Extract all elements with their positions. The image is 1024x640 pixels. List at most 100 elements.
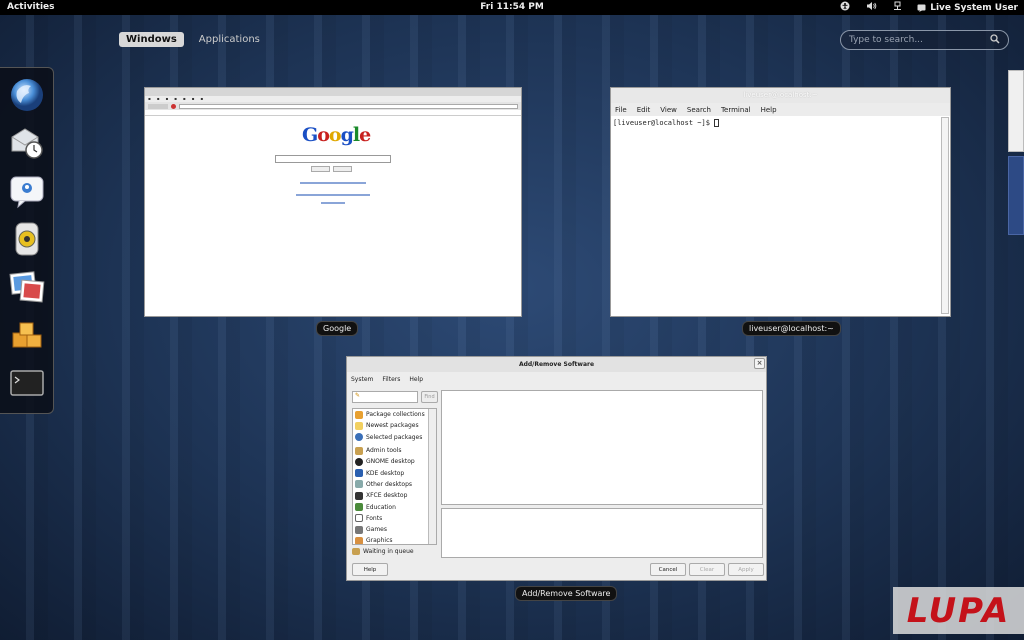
tab-windows[interactable]: Windows [119, 32, 184, 47]
list-item[interactable]: Education [353, 501, 436, 512]
browser-window-caption[interactable]: Google [316, 321, 359, 336]
terminal-menu-file[interactable]: File [615, 106, 627, 114]
browser-navbar [145, 102, 521, 110]
software-clear-button[interactable]: Clear [689, 563, 725, 576]
software-groups-scrollbar[interactable] [428, 409, 436, 544]
volume-icon[interactable] [865, 1, 877, 14]
terminal-menubar: File Edit View Search Terminal Help [611, 103, 950, 116]
firefox-icon[interactable] [8, 76, 46, 113]
pencil-icon: ✎ [355, 392, 361, 399]
gnome-icon [355, 457, 363, 466]
user-menu[interactable]: Live System User [917, 3, 1018, 13]
software-status-text: Waiting in queue [363, 548, 414, 555]
xfce-icon [355, 491, 363, 500]
terminal-menu-help[interactable]: Help [761, 106, 777, 114]
rhythmbox-icon[interactable] [8, 220, 46, 257]
activities-button[interactable]: Activities [7, 2, 55, 12]
close-icon[interactable]: × [754, 358, 765, 369]
terminal-scrollbar[interactable] [941, 117, 949, 314]
list-item[interactable]: Package collections [353, 409, 436, 420]
software-find-row: ✎ Find [352, 391, 438, 403]
software-packages-pane[interactable] [441, 390, 763, 505]
list-item[interactable]: Fonts [353, 513, 436, 524]
software-menu-system[interactable]: System [351, 376, 373, 383]
software-cancel-button[interactable]: Cancel [650, 563, 686, 576]
software-menu-help[interactable]: Help [409, 376, 423, 383]
list-item[interactable]: Games [353, 524, 436, 535]
list-item[interactable]: GNOME desktop [353, 456, 436, 467]
workspace-2[interactable] [1008, 156, 1024, 235]
evolution-mail-icon[interactable] [8, 124, 46, 161]
google-links-bar [145, 110, 521, 116]
software-menu-filters[interactable]: Filters [382, 376, 400, 383]
clock[interactable]: Fri 11:54 PM [480, 2, 544, 12]
top-bar: Activities Fri 11:54 PM Live System User [0, 0, 1024, 15]
terminal-menu-search[interactable]: Search [687, 106, 711, 114]
list-item[interactable]: KDE desktop [353, 467, 436, 478]
lupa-watermark: LUPA [893, 587, 1024, 634]
terminal-icon[interactable] [8, 364, 46, 401]
terminal-window-caption[interactable]: liveuser@localhost:~ [742, 321, 841, 336]
software-status: Waiting in queue [352, 548, 414, 555]
kde-icon [355, 469, 363, 478]
list-item[interactable]: Selected packages [353, 432, 436, 443]
terminal-titlebar: liveuser@localhost:~ [611, 88, 950, 103]
software-title: Add/Remove Software [518, 361, 595, 368]
terminal-menu-view[interactable]: View [660, 106, 677, 114]
list-item[interactable]: Newest packages [353, 420, 436, 431]
software-window-caption[interactable]: Add/Remove Software [515, 586, 618, 601]
list-item[interactable]: Admin tools [353, 445, 436, 456]
terminal-menu-edit[interactable]: Edit [637, 106, 651, 114]
software-menubar: System Filters Help [347, 372, 766, 386]
browser-url-bar [179, 103, 518, 109]
browser-titlebar [145, 88, 521, 96]
workspace-switcher[interactable] [1008, 70, 1024, 235]
software-apply-button[interactable]: Apply [728, 563, 764, 576]
user-icon [917, 4, 926, 12]
terminal-window-thumbnail[interactable]: liveuser@localhost:~ File Edit View Sear… [610, 87, 951, 317]
network-icon[interactable] [891, 1, 903, 14]
google-logo: Google [302, 124, 371, 146]
terminal-prompt: [liveuser@localhost ~]$ [613, 119, 715, 127]
list-item[interactable]: Graphics [353, 535, 436, 544]
education-icon [355, 503, 363, 512]
admin-tools-icon [355, 446, 363, 455]
user-name: Live System User [930, 2, 1018, 13]
other-desktops-icon [355, 480, 363, 489]
google-link-line [300, 182, 366, 184]
newest-packages-icon [355, 421, 363, 430]
shotwell-photos-icon[interactable] [8, 268, 46, 305]
software-titlebar: Add/Remove Software × [347, 357, 766, 372]
tab-applications[interactable]: Applications [192, 32, 267, 47]
software-find-button[interactable]: Find [421, 391, 438, 403]
terminal-body[interactable]: [liveuser@localhost ~]$ [611, 117, 940, 316]
google-buttons [311, 166, 352, 172]
google-link-line [296, 194, 370, 196]
empathy-chat-icon[interactable] [8, 172, 46, 209]
selected-packages-icon [355, 433, 363, 442]
terminal-menu-terminal[interactable]: Terminal [721, 106, 751, 114]
system-tray: Live System User [839, 1, 1018, 14]
graphics-icon [355, 536, 363, 544]
waiting-icon [352, 548, 360, 555]
accessibility-icon[interactable] [839, 1, 851, 14]
google-link-line [321, 202, 345, 204]
google-search-box [275, 155, 391, 163]
files-icon[interactable] [8, 316, 46, 353]
workspace-1[interactable] [1008, 70, 1024, 152]
overview-tabs: Windows Applications [119, 32, 267, 47]
terminal-cursor [714, 119, 720, 127]
browser-window-thumbnail[interactable]: ▪ ▪ ▪ ▪ ▪ ▪ ▪ Google [144, 87, 522, 317]
software-window-thumbnail[interactable]: Add/Remove Software × System Filters Hel… [346, 356, 767, 581]
software-search-input[interactable]: ✎ [352, 391, 418, 403]
list-item[interactable]: Other desktops [353, 479, 436, 490]
package-collections-icon [355, 410, 363, 419]
search-box [840, 30, 1009, 50]
dash [0, 67, 54, 414]
fonts-icon [355, 514, 363, 523]
lupa-watermark-text: LUPA [906, 590, 1011, 631]
search-input[interactable] [849, 35, 990, 45]
software-details-pane[interactable] [441, 508, 763, 558]
list-item[interactable]: XFCE desktop [353, 490, 436, 501]
software-help-button[interactable]: Help [352, 563, 388, 576]
